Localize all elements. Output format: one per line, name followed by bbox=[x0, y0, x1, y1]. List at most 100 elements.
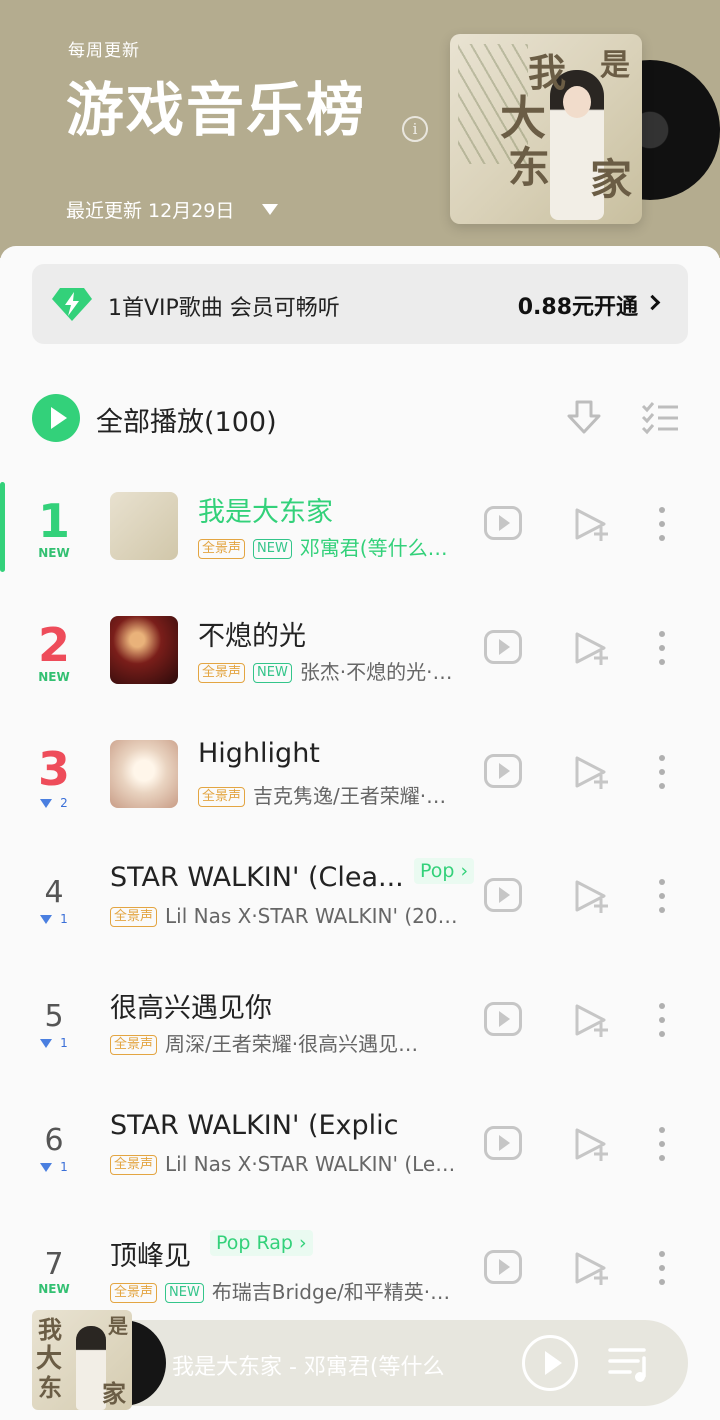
add-to-playlist-icon[interactable] bbox=[574, 506, 610, 542]
mv-play-icon[interactable] bbox=[484, 1002, 522, 1036]
cover-char: 东 bbox=[508, 143, 551, 192]
song-subtitle: 全景声 周深/王者荣耀·很高兴遇见… bbox=[110, 1028, 482, 1057]
rank-trend: 2 bbox=[24, 796, 84, 810]
spatial-audio-tag: 全景声 bbox=[110, 1283, 158, 1303]
mv-play-icon[interactable] bbox=[484, 1126, 522, 1160]
download-icon[interactable] bbox=[564, 398, 604, 438]
song-thumbnail[interactable] bbox=[110, 492, 178, 560]
trend-down-icon bbox=[40, 1039, 53, 1048]
new-tag: NEW bbox=[165, 1283, 204, 1303]
song-row[interactable]: 1 NEW 我是大东家全景声 NEW 邓寓君(等什么… bbox=[0, 480, 720, 604]
now-playing-title[interactable]: 我是大东家 - 邓寓君(等什么 bbox=[172, 1349, 488, 1381]
song-title[interactable]: 顶峰见 bbox=[110, 1234, 191, 1273]
new-badge: NEW bbox=[38, 1282, 70, 1296]
multi-select-icon[interactable] bbox=[640, 400, 680, 436]
song-subtitle: 全景声 吉克隽逸/王者荣耀·… bbox=[198, 780, 482, 809]
add-to-playlist-icon[interactable] bbox=[574, 1002, 610, 1038]
chevron-right-icon bbox=[644, 294, 661, 311]
artist-album: 布瑞吉Bridge/和平精英·… bbox=[211, 1280, 451, 1304]
add-to-playlist-icon[interactable] bbox=[574, 1250, 610, 1286]
more-options-icon[interactable] bbox=[654, 506, 670, 542]
more-options-icon[interactable] bbox=[654, 1126, 670, 1162]
song-subtitle: 全景声 NEW 邓寓君(等什么… bbox=[198, 532, 482, 561]
mv-play-icon[interactable] bbox=[484, 630, 522, 664]
play-all-label[interactable]: 全部播放(100) bbox=[96, 400, 277, 439]
weekly-update-label: 每周更新 bbox=[68, 41, 140, 61]
play-all-button[interactable] bbox=[32, 394, 80, 442]
mini-album-cover[interactable]: 我 是 大 东 家 bbox=[32, 1310, 132, 1410]
trend-value: 1 bbox=[60, 912, 68, 926]
add-to-playlist-icon[interactable] bbox=[574, 878, 610, 914]
artist-album: 张杰·不熄的光·… bbox=[299, 660, 453, 684]
playlist-icon[interactable] bbox=[608, 1344, 654, 1384]
genre-tag[interactable]: Pop Rap bbox=[210, 1230, 313, 1256]
mini-play-button[interactable] bbox=[522, 1335, 578, 1391]
song-title[interactable]: 不熄的光 bbox=[198, 614, 306, 653]
spatial-audio-tag: 全景声 bbox=[198, 663, 246, 683]
more-options-icon[interactable] bbox=[654, 630, 670, 666]
info-icon[interactable]: i bbox=[402, 116, 428, 142]
cover-face bbox=[563, 86, 591, 118]
song-title[interactable]: 很高兴遇见你 bbox=[110, 986, 272, 1025]
new-badge: NEW bbox=[38, 670, 70, 684]
mv-play-icon[interactable] bbox=[484, 754, 522, 788]
rank-number: 3 bbox=[37, 742, 70, 796]
mini-cover-char: 家 bbox=[102, 1379, 126, 1408]
new-tag: NEW bbox=[253, 663, 292, 683]
artist-album: 周深/王者荣耀·很高兴遇见… bbox=[165, 1032, 419, 1056]
more-options-icon[interactable] bbox=[654, 878, 670, 914]
spatial-audio-tag: 全景声 bbox=[198, 787, 246, 807]
artist-album: 邓寓君(等什么… bbox=[299, 536, 448, 560]
song-title[interactable]: STAR WALKIN' (Explicit) bbox=[110, 1110, 400, 1141]
trend-down-icon bbox=[40, 915, 53, 924]
active-indicator bbox=[0, 482, 5, 572]
spatial-audio-tag: 全景声 bbox=[198, 539, 246, 559]
mv-play-icon[interactable] bbox=[484, 878, 522, 912]
add-to-playlist-icon[interactable] bbox=[574, 630, 610, 666]
mini-cover-char: 是 bbox=[108, 1314, 128, 1338]
trend-down-icon bbox=[40, 1163, 53, 1172]
song-row[interactable]: 5 1 很高兴遇见你 全景声 周深/王者荣耀·很高兴遇见… bbox=[0, 976, 720, 1100]
song-row[interactable]: 6 1 STAR WALKIN' (Explicit) 全景声 Lil Nas X·ST… bbox=[0, 1100, 720, 1224]
artist-album: Lil Nas X·STAR WALKIN' (20… bbox=[165, 904, 458, 928]
spatial-audio-tag: 全景声 bbox=[110, 1035, 158, 1055]
song-row[interactable]: 2 NEW 不熄的光 全景声 NEW 张杰·不熄的光·… bbox=[0, 604, 720, 728]
song-row[interactable]: 4 1 STAR WALKIN' (Clea... Pop 全景声 Lil Nas X·S… bbox=[0, 852, 720, 976]
song-title[interactable]: 我是大东家 bbox=[198, 490, 333, 529]
rank-number: 2 bbox=[37, 618, 70, 672]
caret-down-icon[interactable] bbox=[262, 204, 278, 215]
rank-number: 6 bbox=[44, 1123, 64, 1158]
add-to-playlist-icon[interactable] bbox=[574, 754, 610, 790]
spatial-audio-tag: 全景声 bbox=[110, 907, 158, 927]
genre-tag[interactable]: Pop bbox=[414, 858, 475, 884]
trend-value: 1 bbox=[60, 1160, 68, 1174]
more-options-icon[interactable] bbox=[654, 1250, 670, 1286]
more-options-icon[interactable] bbox=[654, 754, 670, 790]
new-badge: NEW bbox=[38, 546, 70, 560]
cover-char: 是 bbox=[600, 48, 630, 83]
rank-number: 1 bbox=[37, 494, 70, 548]
last-updated-label[interactable]: 最近更新 12月29日 bbox=[66, 196, 234, 223]
rank-number: 7 bbox=[44, 1247, 64, 1282]
vip-banner[interactable]: 1首VIP歌曲 会员可畅听 0.88元开通 bbox=[32, 264, 688, 344]
mv-play-icon[interactable] bbox=[484, 1250, 522, 1284]
add-to-playlist-icon[interactable] bbox=[574, 1126, 610, 1162]
rank-trend: 1 bbox=[24, 912, 84, 926]
diamond-bolt-icon bbox=[52, 288, 92, 321]
mv-play-icon[interactable] bbox=[484, 506, 522, 540]
song-title[interactable]: STAR WALKIN' (Clea... bbox=[110, 862, 404, 893]
rank-number: 4 bbox=[44, 875, 64, 910]
page-title: 游戏音乐榜 bbox=[66, 76, 367, 144]
song-thumbnail[interactable] bbox=[110, 740, 178, 808]
artist-album: Lil Nas X·STAR WALKIN' (Le… bbox=[165, 1152, 456, 1176]
song-title[interactable]: Highlight bbox=[198, 738, 320, 769]
mini-cover-char: 东 bbox=[38, 1373, 62, 1402]
more-options-icon[interactable] bbox=[654, 1002, 670, 1038]
featured-album-cover[interactable]: 我 是 大 东 家 bbox=[450, 34, 642, 224]
rank-trend: 1 bbox=[24, 1036, 84, 1050]
song-thumbnail[interactable] bbox=[110, 616, 178, 684]
vip-price-label[interactable]: 0.88元开通 bbox=[518, 289, 638, 321]
song-subtitle: 全景声 Lil Nas X·STAR WALKIN' (Le… bbox=[110, 1152, 482, 1176]
artist-album: 吉克隽逸/王者荣耀·… bbox=[253, 784, 447, 808]
song-row[interactable]: 3 2 Highlight 全景声 吉克隽逸/王者荣耀·… bbox=[0, 728, 720, 852]
